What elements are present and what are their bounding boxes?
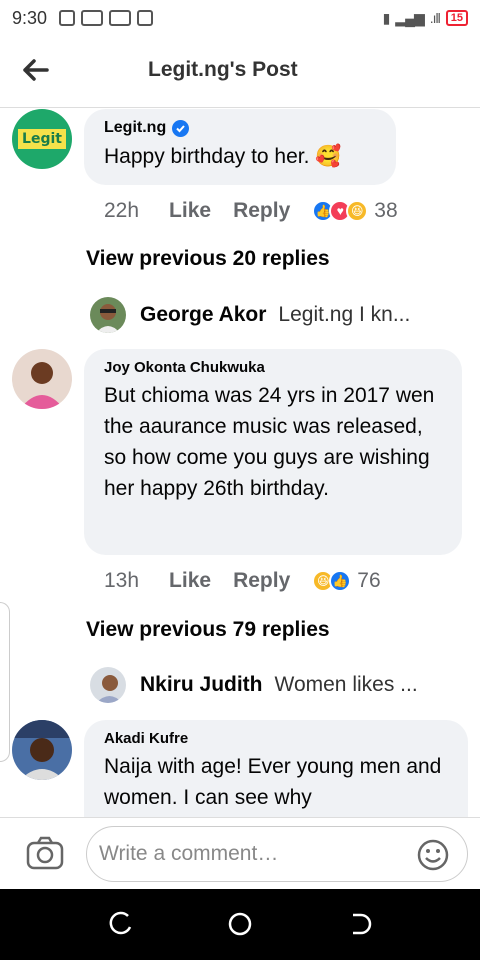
comment-actions: 13h Like Reply 😆 👍 76 xyxy=(104,569,381,593)
page-title: Legit.ng's Post xyxy=(148,58,298,81)
comment-time: 13h xyxy=(104,569,140,592)
avatar-legit[interactable]: Legit xyxy=(12,109,72,169)
reply-button[interactable]: Reply xyxy=(233,569,290,593)
comment-text: Naija with age! Ever young men and women… xyxy=(104,755,442,809)
legit-logo: Legit xyxy=(18,129,66,149)
comment-placeholder: Write a comment… xyxy=(99,842,279,865)
comment-actions: 22h Like Reply 👍 ♥ 😆 38 xyxy=(104,199,398,223)
avatar-nkiru xyxy=(90,667,126,703)
reactions[interactable]: 😆 👍 xyxy=(312,570,352,592)
avatar-joy[interactable] xyxy=(12,349,72,409)
battery-icon: 15 xyxy=(445,10,468,26)
gallery-icon xyxy=(109,10,132,26)
like-button[interactable]: Like xyxy=(169,199,211,223)
back-nav-icon[interactable] xyxy=(347,911,373,937)
comment-author[interactable]: Legit.ng xyxy=(104,119,376,137)
reaction-count[interactable]: 38 xyxy=(374,199,397,223)
comment-author[interactable]: Joy Okonta Chukwuka xyxy=(104,359,442,376)
comment-composer: Write a comment… xyxy=(0,817,480,889)
haha-reaction-icon: 😆 xyxy=(346,200,369,222)
reply-text: Legit.ng I kn... xyxy=(278,303,411,326)
reply-button[interactable]: Reply xyxy=(233,199,290,223)
view-previous-replies[interactable]: View previous 20 replies xyxy=(86,247,330,271)
reply-text: Women likes ... xyxy=(274,673,418,696)
comment-author[interactable]: Akadi Kufre xyxy=(104,730,448,747)
comment-bubble[interactable]: Akadi Kufre Naija with age! Ever young m… xyxy=(84,720,468,817)
camera-icon[interactable] xyxy=(26,836,64,870)
like-button[interactable]: Like xyxy=(169,569,211,593)
signal-icon: ▂▄▆ xyxy=(395,9,424,26)
notification-icon xyxy=(59,10,76,26)
status-time: 9:30 xyxy=(12,7,48,28)
reply-author[interactable]: Nkiru Judith xyxy=(140,673,263,697)
reply-author[interactable]: George Akor xyxy=(140,303,266,327)
author-name[interactable]: Legit.ng xyxy=(104,119,166,137)
avatar-george xyxy=(90,297,126,333)
avatar-akadi[interactable] xyxy=(12,720,72,780)
status-bar: 9:30 ▮ ▂▄▆ .ıll 15 xyxy=(0,0,480,36)
back-arrow-icon[interactable] xyxy=(20,54,52,86)
reaction-count[interactable]: 76 xyxy=(357,569,380,593)
vibrate-icon: ▮ xyxy=(382,9,391,26)
comments-feed[interactable]: Legit Legit.ng Happy birthday to her. 🥰 … xyxy=(0,109,480,817)
app-header: Legit.ng's Post xyxy=(0,36,480,108)
view-previous-replies[interactable]: View previous 79 replies xyxy=(86,618,330,642)
phone-icon xyxy=(137,10,154,26)
reply-preview[interactable]: Nkiru Judith Women likes ... xyxy=(90,667,418,703)
comment-input[interactable]: Write a comment… xyxy=(86,826,468,882)
comment-time: 22h xyxy=(104,199,140,222)
recents-icon[interactable] xyxy=(108,911,134,937)
comment-text: But chioma was 24 yrs in 2017 wen the aa… xyxy=(104,384,435,500)
signal-icon-2: .ıll xyxy=(429,10,441,26)
like-reaction-icon: 👍 xyxy=(329,570,352,592)
reply-preview[interactable]: George Akor Legit.ng I kn... xyxy=(90,297,410,333)
home-icon[interactable] xyxy=(227,911,253,937)
comment-bubble[interactable]: Legit.ng Happy birthday to her. 🥰 xyxy=(84,109,396,185)
system-nav-bar xyxy=(0,889,480,960)
verified-badge-icon xyxy=(172,119,190,137)
mail-icon xyxy=(81,10,104,26)
comment-text: Happy birthday to her. 🥰 xyxy=(104,145,342,168)
side-handle xyxy=(0,602,10,762)
reactions[interactable]: 👍 ♥ 😆 xyxy=(312,200,369,222)
emoji-icon[interactable] xyxy=(417,839,449,871)
comment-bubble[interactable]: Joy Okonta Chukwuka But chioma was 24 yr… xyxy=(84,349,462,555)
